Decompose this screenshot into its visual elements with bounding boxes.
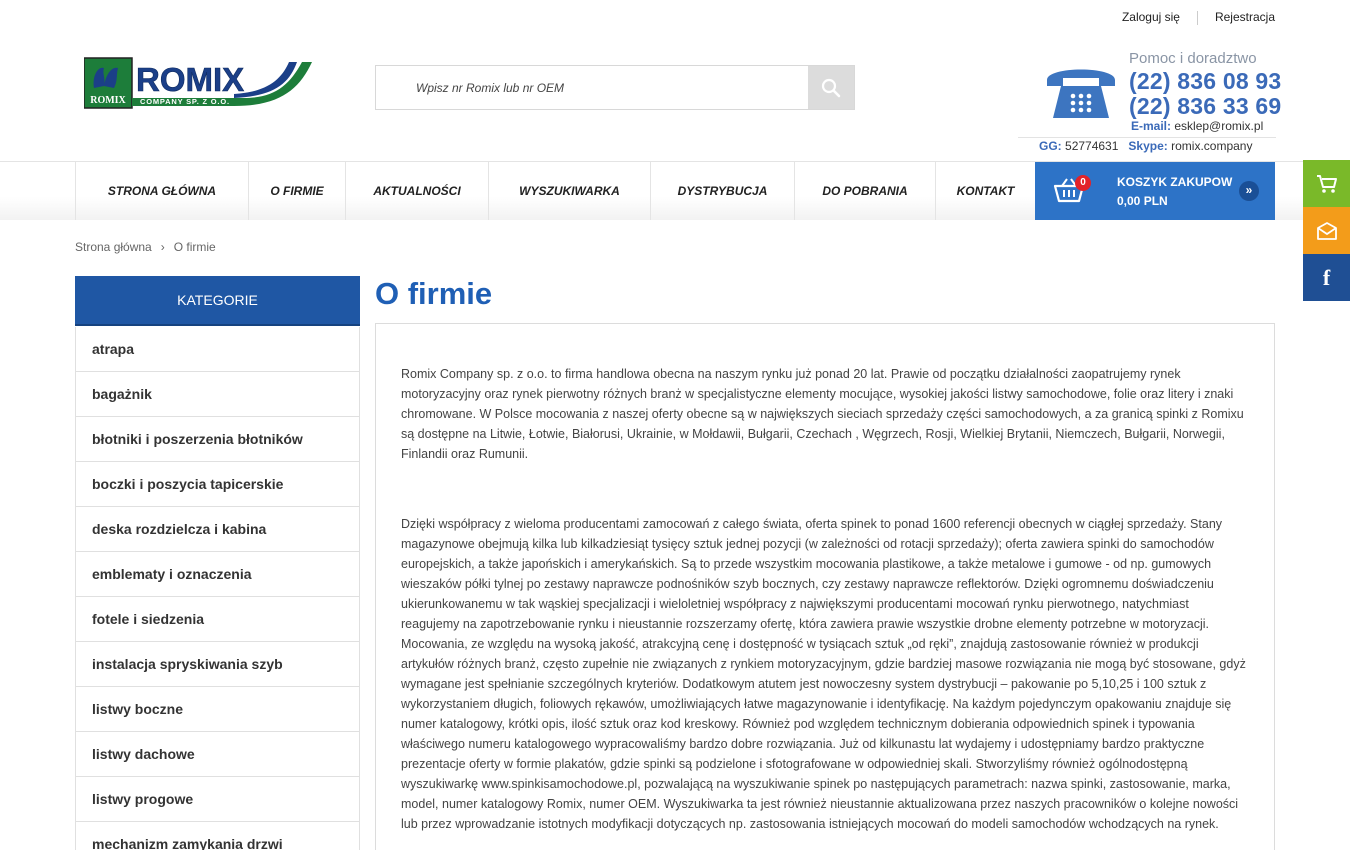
search-button[interactable] xyxy=(808,66,854,109)
romix-logo[interactable]: ROMIX ROMIX COMPANY SP. Z O.O. xyxy=(83,56,314,110)
help-heading: Pomoc i doradztwo xyxy=(1129,50,1257,67)
nav-item-contact[interactable]: KONTAKT xyxy=(935,162,1035,220)
side-cart-widget[interactable] xyxy=(1303,160,1350,207)
breadcrumb: Strona główna › O firmie xyxy=(75,240,216,254)
category-item[interactable]: listwy boczne xyxy=(76,687,359,732)
cart-total: 0,00 PLN xyxy=(1117,194,1168,208)
category-item[interactable]: atrapa xyxy=(76,327,359,372)
logo-subtitle: COMPANY SP. Z O.O. xyxy=(140,97,230,106)
facebook-icon[interactable]: f xyxy=(1303,254,1350,301)
telephone-icon xyxy=(1043,60,1119,122)
skype-label: Skype: xyxy=(1128,139,1168,153)
messenger-line: GG: 52774631 Skype: romix.company xyxy=(1039,139,1252,153)
category-item[interactable]: bagażnik xyxy=(76,372,359,417)
category-item[interactable]: listwy progowe xyxy=(76,777,359,822)
category-item[interactable]: fotele i siedzenia xyxy=(76,597,359,642)
categories-list: atrapa bagażnik błotniki i poszerzenia b… xyxy=(75,327,360,850)
shopping-cart-button[interactable]: 0 KOSZYK ZAKUPOW 0,00 PLN » xyxy=(1035,162,1275,220)
email-link[interactable]: esklep@romix.pl xyxy=(1174,119,1263,133)
phone-number-2[interactable]: (22) 836 33 69 xyxy=(1129,93,1281,120)
cart-count-badge: 0 xyxy=(1075,175,1091,191)
nav-item-search[interactable]: WYSZUKIWARKA xyxy=(488,162,650,220)
category-item[interactable]: mechanizm zamykania drzwi xyxy=(76,822,359,850)
categories-heading: KATEGORIE xyxy=(75,276,360,326)
gg-label: GG: xyxy=(1039,139,1062,153)
logo-text: ROMIX xyxy=(136,61,244,98)
search-icon xyxy=(821,78,841,97)
romix-logo-graphic: ROMIX ROMIX COMPANY SP. Z O.O. xyxy=(83,57,312,109)
cart-label: KOSZYK ZAKUPOW xyxy=(1117,175,1233,189)
login-link[interactable]: Zaloguj się xyxy=(1122,10,1180,25)
nav-item-distribution[interactable]: DYSTRYBUCJA xyxy=(650,162,794,220)
cart-icon xyxy=(1316,174,1337,193)
side-mail-widget[interactable] xyxy=(1303,207,1350,254)
main-navigation: STRONA GŁÓWNA O FIRMIE AKTUALNOŚCI WYSZU… xyxy=(0,161,1350,220)
category-item[interactable]: instalacja spryskiwania szyb xyxy=(76,642,359,687)
nav-item-about[interactable]: O FIRMIE xyxy=(248,162,345,220)
breadcrumb-current: O firmie xyxy=(173,240,216,254)
envelope-icon xyxy=(1316,221,1337,240)
category-item[interactable]: błotniki i poszerzenia błotników xyxy=(76,417,359,462)
nav-item-home[interactable]: STRONA GŁÓWNA xyxy=(75,162,248,220)
top-links: Zaloguj się Rejestracja xyxy=(1122,10,1275,25)
email-line: E-mail: esklep@romix.pl xyxy=(1131,119,1263,133)
breadcrumb-separator: › xyxy=(160,240,165,254)
cart-arrow-icon[interactable]: » xyxy=(1239,181,1259,201)
breadcrumb-home[interactable]: Strona główna xyxy=(75,240,152,254)
category-item[interactable]: emblematy i oznaczenia xyxy=(76,552,359,597)
page-title: O firmie xyxy=(375,276,493,311)
skype-id: romix.company xyxy=(1171,139,1253,153)
search-input[interactable] xyxy=(376,66,808,109)
phone-number-1[interactable]: (22) 836 08 93 xyxy=(1129,68,1281,95)
content-box: Romix Company sp. z o.o. to firma handlo… xyxy=(375,323,1275,850)
category-item[interactable]: boczki i poszycia tapicerskie xyxy=(76,462,359,507)
nav-item-downloads[interactable]: DO POBRANIA xyxy=(794,162,935,220)
search-bar xyxy=(375,65,855,110)
category-item[interactable]: listwy dachowe xyxy=(76,732,359,777)
nav-menu: STRONA GŁÓWNA O FIRMIE AKTUALNOŚCI WYSZU… xyxy=(75,162,1035,220)
email-label: E-mail: xyxy=(1131,119,1172,133)
nav-item-news[interactable]: AKTUALNOŚCI xyxy=(345,162,488,220)
top-links-divider xyxy=(1196,11,1198,25)
register-link[interactable]: Rejestracja xyxy=(1215,10,1275,25)
contact-divider xyxy=(1018,137,1276,138)
content-paragraph: Dzięki współpracy z wieloma producentami… xyxy=(401,517,1246,831)
gg-number: 52774631 xyxy=(1065,139,1119,153)
category-item[interactable]: deska rozdzielcza i kabina xyxy=(76,507,359,552)
content-paragraph: Romix Company sp. z o.o. to firma handlo… xyxy=(401,367,1244,461)
logo-emblem-text: ROMIX xyxy=(90,95,126,106)
